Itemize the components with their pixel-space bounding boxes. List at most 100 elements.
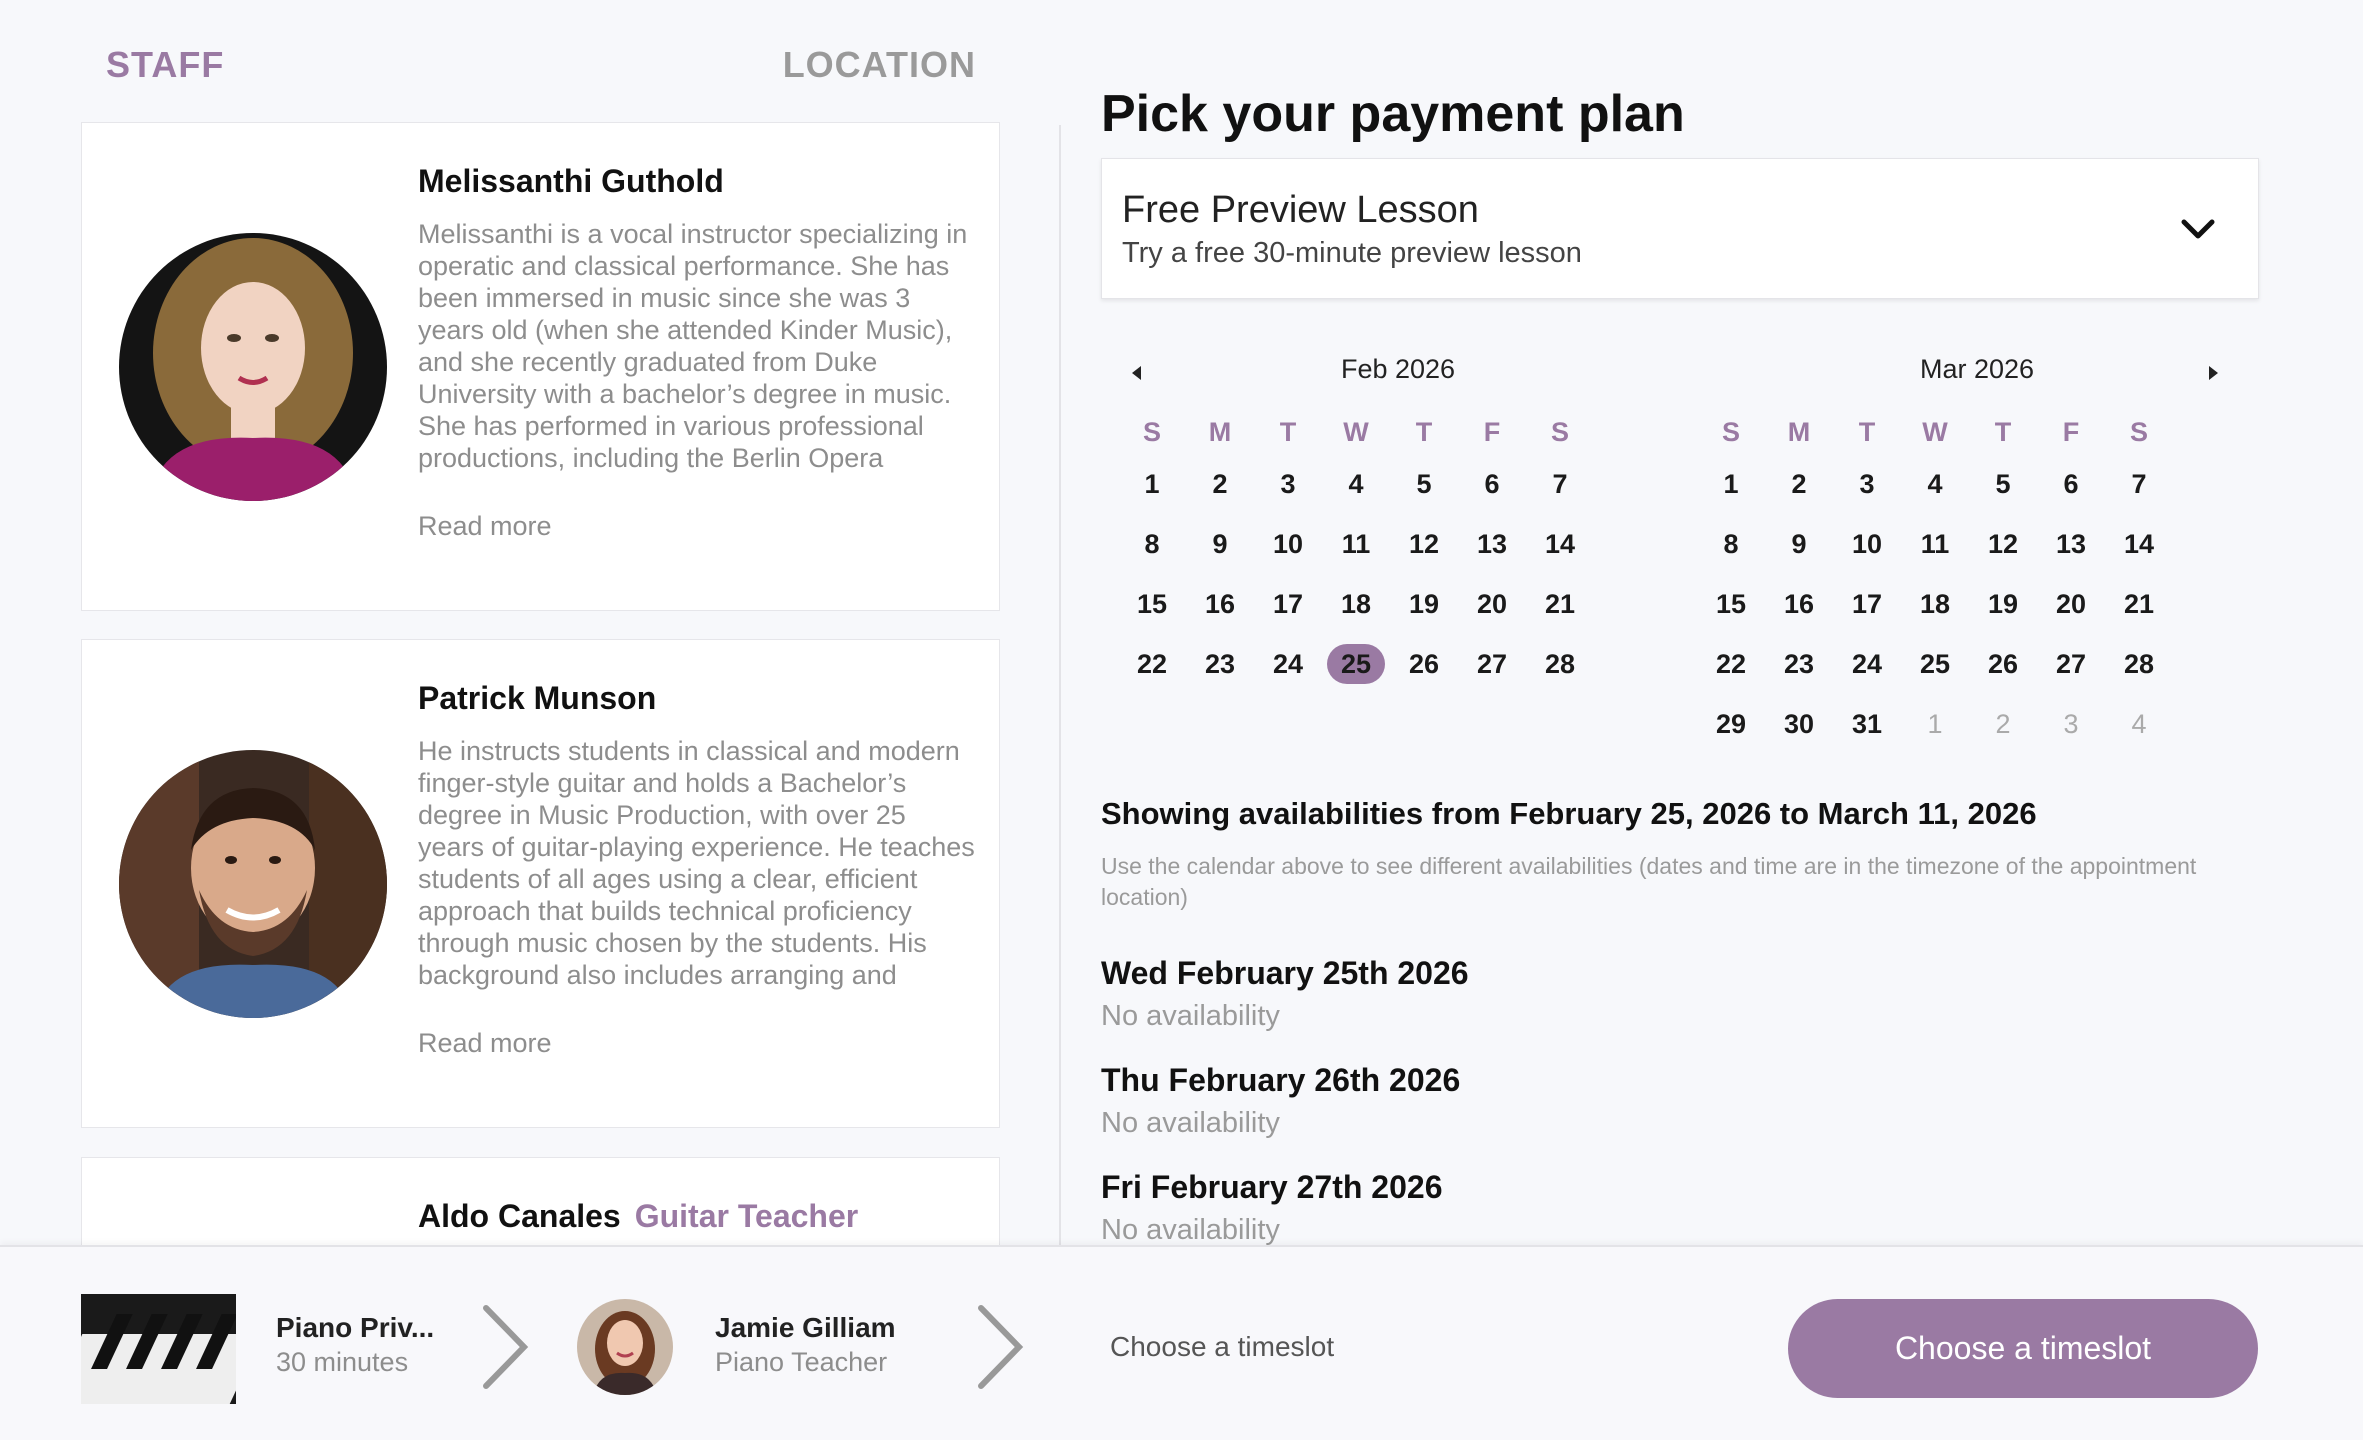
calendar-day[interactable]: 4 [2105, 704, 2173, 744]
calendar-day[interactable]: 4 [1901, 464, 1969, 504]
calendar-day[interactable]: 26 [1390, 644, 1458, 684]
staff-card[interactable]: Patrick Munson He instructs students in … [81, 639, 1000, 1128]
calendar-day[interactable]: 3 [1833, 464, 1901, 504]
calendar-day[interactable]: 23 [1765, 644, 1833, 684]
weekday-label: T [1279, 417, 1297, 447]
calendar-day[interactable]: 2 [1969, 704, 2037, 744]
availability-day: Fri February 27th 2026 No availability [1101, 1169, 1442, 1247]
read-more-link[interactable]: Read more [418, 1028, 552, 1059]
calendar-day[interactable]: 23 [1186, 644, 1254, 684]
calendar-day[interactable]: 13 [2037, 524, 2105, 564]
payment-plan-select[interactable]: Free Preview Lesson Try a free 30-minute… [1101, 158, 2259, 299]
calendar-day[interactable]: 13 [1458, 524, 1526, 564]
calendar-day[interactable]: 20 [1458, 584, 1526, 624]
calendar-day[interactable]: 3 [2037, 704, 2105, 744]
availability-note: Use the calendar above to see different … [1101, 853, 2197, 910]
calendar-day[interactable]: 27 [2037, 644, 2105, 684]
staff-location-tabs: STAFF LOCATION [106, 44, 976, 86]
read-more-link[interactable]: Read more [418, 511, 552, 542]
calendar-day[interactable]: 29 [1697, 704, 1765, 744]
staff-name-text: Aldo Canales [418, 1198, 621, 1234]
calendar-day[interactable]: 22 [1118, 644, 1186, 684]
calendar-day[interactable]: 1 [1118, 464, 1186, 504]
staff-role: Guitar Teacher [634, 1198, 859, 1234]
calendar-day[interactable]: 24 [1254, 644, 1322, 684]
availability-day: Wed February 25th 2026 No availability [1101, 955, 1469, 1033]
weekday-label: M [1787, 417, 1811, 447]
calendar-day[interactable]: 12 [1390, 524, 1458, 564]
day-title: Thu February 26th 2026 [1101, 1062, 1461, 1098]
calendar-day[interactable]: 16 [1765, 584, 1833, 624]
calendar-day[interactable]: 14 [2105, 524, 2173, 564]
day-title: Wed February 25th 2026 [1101, 955, 1469, 991]
calendar-day[interactable]: 18 [1901, 584, 1969, 624]
calendar-day[interactable]: 2 [1765, 464, 1833, 504]
calendar-day[interactable]: 4 [1322, 464, 1390, 504]
calendar-day[interactable]: 26 [1969, 644, 2037, 684]
staff-card[interactable]: Melissanthi Guthold Melissanthi is a voc… [81, 122, 1000, 611]
calendar-day[interactable]: 11 [1322, 524, 1390, 564]
timeslot-step-label: Choose a timeslot [1110, 1331, 1335, 1362]
calendar-day[interactable]: 21 [2105, 584, 2173, 624]
calendar-day[interactable]: 7 [1526, 464, 1594, 504]
calendar-day[interactable]: 9 [1765, 524, 1833, 564]
calendar-day[interactable]: 28 [2105, 644, 2173, 684]
day-status: No availability [1101, 1214, 1280, 1246]
calendar-day[interactable]: 6 [2037, 464, 2105, 504]
staff-name: Patrick Munson [418, 680, 656, 717]
staff-name: Aldo Canales Guitar Teacher [418, 1198, 858, 1235]
calendar-day[interactable]: 27 [1458, 644, 1526, 684]
staff-photo-patrick [119, 750, 387, 1018]
day-status: No availability [1101, 1000, 1280, 1032]
calendar-day[interactable]: 10 [1254, 524, 1322, 564]
calendar-day[interactable]: 24 [1833, 644, 1901, 684]
weekday-label: S [2129, 417, 2148, 447]
calendar-day[interactable]: 8 [1697, 524, 1765, 564]
availability-heading: Showing availabilities from February 25,… [1101, 796, 2037, 831]
calendar-day[interactable]: 2 [1186, 464, 1254, 504]
calendar-day[interactable]: 5 [1390, 464, 1458, 504]
calendar-day[interactable]: 1 [1697, 464, 1765, 504]
calendar-day[interactable]: 8 [1118, 524, 1186, 564]
calendar-day[interactable]: 6 [1458, 464, 1526, 504]
day-title: Fri February 27th 2026 [1101, 1169, 1443, 1205]
weekday-label: S [1142, 417, 1161, 447]
calendar-day[interactable]: 7 [2105, 464, 2173, 504]
calendar-day[interactable]: 22 [1697, 644, 1765, 684]
service-thumbnail [81, 1294, 236, 1404]
calendar-day[interactable]: 30 [1765, 704, 1833, 744]
calendar-day[interactable]: 28 [1526, 644, 1594, 684]
calendar-day[interactable]: 14 [1526, 524, 1594, 564]
calendar-day[interactable]: 9 [1186, 524, 1254, 564]
calendar-day[interactable]: 5 [1969, 464, 2037, 504]
calendar-day[interactable]: 17 [1833, 584, 1901, 624]
calendar-day-selected[interactable]: 25 [1327, 644, 1385, 684]
calendar-day[interactable]: 1 [1901, 704, 1969, 744]
tab-staff[interactable]: STAFF [106, 44, 224, 86]
calendar-day[interactable]: 3 [1254, 464, 1322, 504]
calendar-day[interactable]: 15 [1118, 584, 1186, 624]
calendar-day[interactable]: 25 [1901, 644, 1969, 684]
tab-location[interactable]: LOCATION [783, 44, 976, 86]
calendar-day[interactable]: 31 [1833, 704, 1901, 744]
staff-bio: Melissanthi is a vocal instructor specia… [418, 219, 968, 473]
calendar-day[interactable]: 21 [1526, 584, 1594, 624]
choose-timeslot-button[interactable]: Choose a timeslot [1788, 1299, 2258, 1398]
calendar-day[interactable]: 12 [1969, 524, 2037, 564]
calendar-day[interactable]: 15 [1697, 584, 1765, 624]
calendar-day[interactable]: 18 [1322, 584, 1390, 624]
calendar-day[interactable]: 16 [1186, 584, 1254, 624]
weekday-label: M [1208, 417, 1232, 447]
service-name: Piano Priv... [276, 1312, 435, 1343]
staff-name-text: Patrick Munson [418, 680, 657, 716]
calendar-day[interactable]: 10 [1833, 524, 1901, 564]
chevron-right-icon [978, 1305, 1024, 1389]
calendar-month-title: Feb 2026 [1340, 354, 1456, 384]
calendar-day[interactable]: 19 [1969, 584, 2037, 624]
teacher-role: Piano Teacher [715, 1347, 888, 1377]
weekday-label: T [1858, 417, 1876, 447]
calendar-day[interactable]: 19 [1390, 584, 1458, 624]
calendar-day[interactable]: 20 [2037, 584, 2105, 624]
calendar-day[interactable]: 11 [1901, 524, 1969, 564]
calendar-day[interactable]: 17 [1254, 584, 1322, 624]
